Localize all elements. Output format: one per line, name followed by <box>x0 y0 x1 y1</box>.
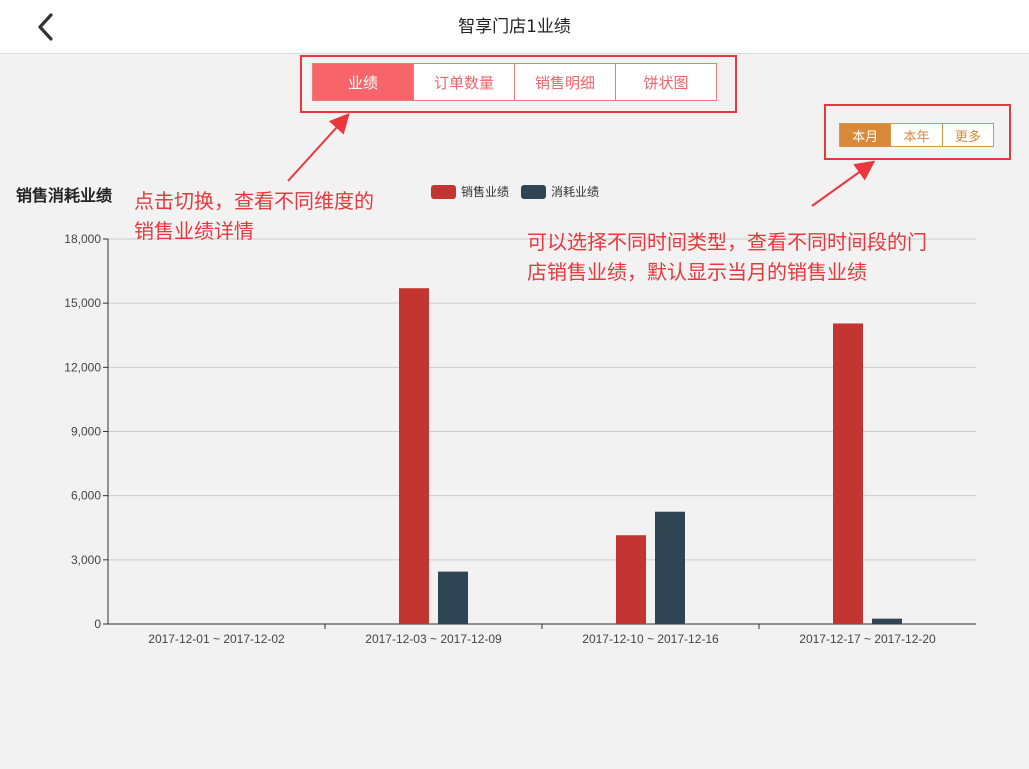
tabs-note-line-1: 点击切换，查看不同维度的 <box>134 189 374 213</box>
tabs-annotation-note: 点击切换，查看不同维度的 销售业绩详情 <box>134 186 374 246</box>
y-tick-label: 6,000 <box>71 489 101 503</box>
period-note-line-2: 店销售业绩，默认显示当月的销售业绩 <box>527 260 867 284</box>
y-tick-label: 15,000 <box>64 296 101 310</box>
bar-consumption <box>655 511 685 624</box>
x-tick-label: 2017-12-03 ~ 2017-12-09 <box>365 632 502 646</box>
x-tick-label: 2017-12-01 ~ 2017-12-02 <box>148 632 285 646</box>
x-tick-label: 2017-12-10 ~ 2017-12-16 <box>582 632 719 646</box>
period-annotation-note: 可以选择不同时间类型，查看不同时间段的门 店销售业绩，默认显示当月的销售业绩 <box>527 227 927 287</box>
period-note-line-1: 可以选择不同时间类型，查看不同时间段的门 <box>527 230 927 254</box>
y-tick-label: 9,000 <box>71 425 101 439</box>
bar-sales <box>833 323 863 624</box>
bar-consumption <box>872 618 902 624</box>
bar-sales <box>399 288 429 624</box>
x-tick-label: 2017-12-17 ~ 2017-12-20 <box>799 632 936 646</box>
bar-chart: 0 3,000 6,000 9,000 12,000 15,000 18,000 2017-1… <box>64 232 976 646</box>
y-tick-label: 18,000 <box>64 232 101 246</box>
y-tick-label: 12,000 <box>64 360 101 374</box>
bar-sales <box>616 535 646 624</box>
y-tick-label: 0 <box>94 617 101 631</box>
bar-consumption <box>438 571 468 624</box>
y-tick-label: 3,000 <box>71 553 101 567</box>
tabs-note-line-2: 销售业绩详情 <box>134 219 254 243</box>
